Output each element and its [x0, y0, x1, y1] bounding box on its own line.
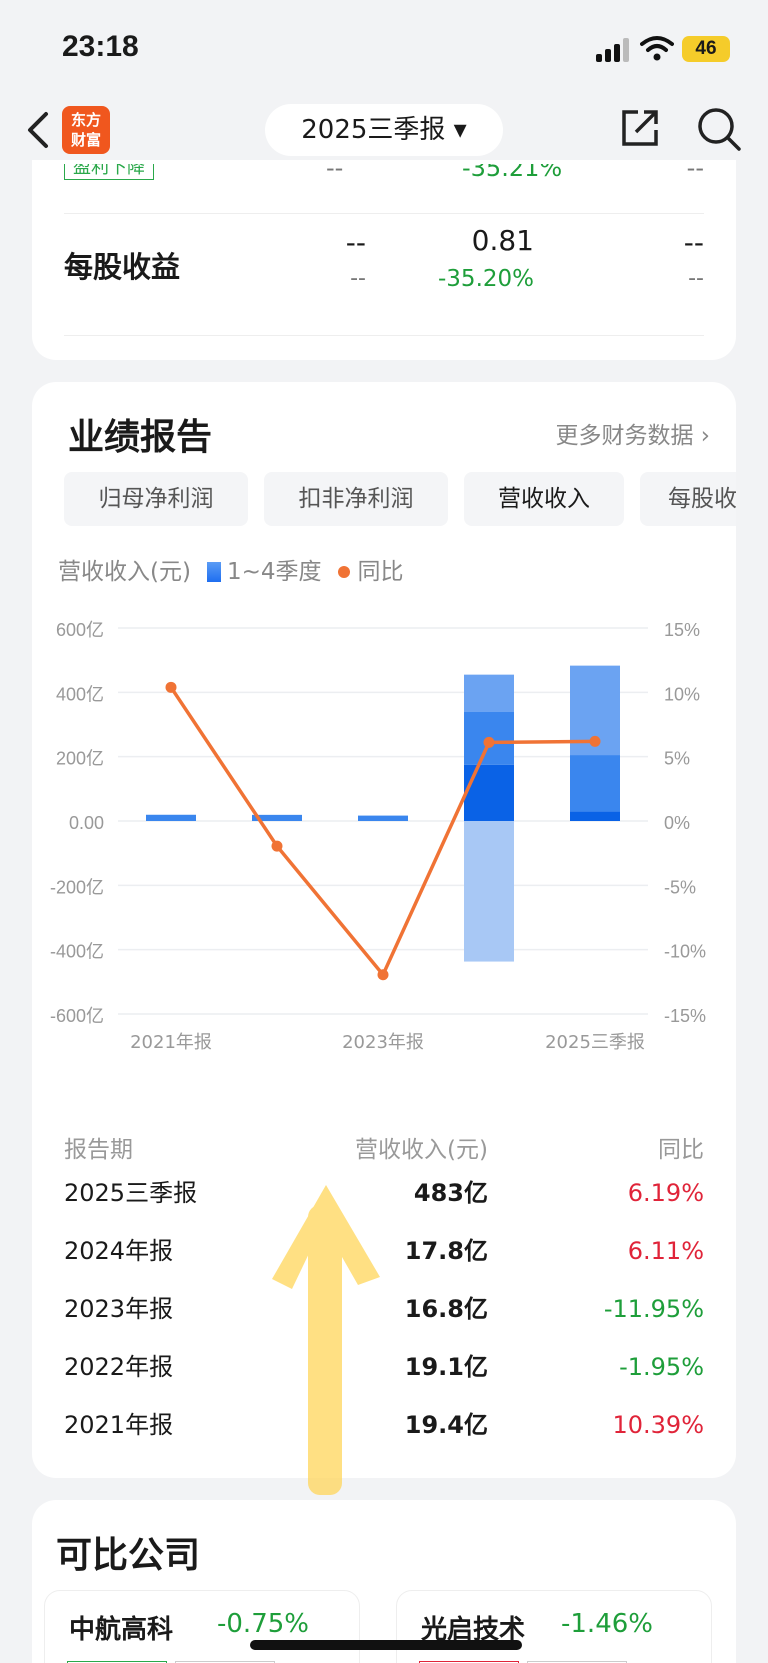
prev-indicator-row: 盈利下降 -- -35.21% --	[64, 164, 704, 190]
y2-tick-label: -5%	[664, 877, 696, 897]
y2-tick-label: -15%	[664, 1006, 706, 1026]
y2-tick-label: 0%	[664, 813, 690, 833]
revenue-bar	[146, 814, 196, 821]
revenue-bar	[464, 674, 514, 712]
revenue-bar	[570, 811, 620, 821]
y2-tick-label: 10%	[664, 684, 700, 704]
battery-indicator: 46	[682, 36, 730, 62]
revenue-chart: 600亿 15% 400亿 10% 200亿 5% 0.00 0% -200亿 -5% -400亿 -…	[50, 620, 706, 1053]
period-cell: 2022年报	[64, 1353, 174, 1381]
eps-yoy: -35.20%	[438, 266, 534, 292]
period-cell: 2021年报	[64, 1411, 174, 1439]
profit-decline-tag: 盈利下降	[64, 164, 154, 180]
line-legend-swatch	[337, 566, 350, 578]
search-icon[interactable]	[696, 106, 742, 152]
peer-card[interactable]: 光启技术 -1.46%	[396, 1590, 712, 1663]
revenue-cell: 16.8亿	[404, 1295, 488, 1323]
home-indicator	[250, 1640, 522, 1650]
revenue-cell: 483亿	[413, 1179, 488, 1207]
y2-tick-label: 5%	[664, 749, 690, 769]
divider	[64, 213, 704, 214]
indicator-card: 盈利下降 -- -35.21% -- 每股收益 -- -- 0.81 -35.2…	[32, 160, 736, 360]
yoy-point	[377, 969, 389, 981]
yoy-point	[271, 840, 283, 852]
section-title: 业绩报告	[68, 417, 213, 458]
period-cell: 2025三季报	[64, 1179, 198, 1207]
eps-row[interactable]: 每股收益 -- -- 0.81 -35.20% -- --	[64, 222, 704, 322]
eps-label: 每股收益	[64, 250, 181, 284]
period-selector[interactable]: 2025三季报 ▾	[265, 104, 503, 156]
tab-eps[interactable]: 每股收益	[640, 472, 736, 526]
revenue-bar	[570, 755, 620, 812]
y2-tick-label: 15%	[664, 620, 700, 640]
yoy-point	[589, 735, 601, 747]
y-tick-label: 600亿	[56, 620, 104, 640]
divider	[64, 335, 704, 336]
share-icon[interactable]	[618, 106, 662, 150]
section-title: 可比公司	[56, 1535, 201, 1576]
yoy-cell: 10.39%	[612, 1411, 704, 1439]
revenue-bar	[464, 821, 514, 962]
revenue-bar	[464, 764, 514, 821]
revenue-cell: 19.4亿	[404, 1411, 488, 1439]
yoy-cell: 6.19%	[627, 1179, 704, 1207]
y-tick-label: -200亿	[50, 877, 104, 897]
y-tick-label: 400亿	[56, 684, 104, 704]
comparable-companies-card: 可比公司 中航高科 -0.75% 光启技术 -1.46%	[32, 1500, 736, 1663]
eps-value: 0.81	[471, 224, 534, 257]
chart-legend: 营收收入(元) 1~4季度 同比	[58, 559, 404, 585]
status-bar: 23:18 46	[0, 0, 768, 96]
yoy-cell: -11.95%	[603, 1295, 704, 1323]
yoy-cell: -1.95%	[619, 1353, 704, 1381]
metric-tabs: 归母净利润 扣非净利润 营收收入 每股收益	[64, 472, 736, 526]
y-tick-label: -400亿	[50, 942, 104, 962]
x-tick-label: 2021年报	[130, 1032, 212, 1053]
more-financial-data-link[interactable]: 更多财务数据 ›	[555, 416, 710, 450]
app-logo: 东方 财富	[62, 106, 110, 154]
cellular-signal-icon	[596, 38, 632, 62]
tab-revenue[interactable]: 营收收入	[464, 472, 624, 526]
wifi-icon	[640, 36, 674, 61]
back-arrow-icon[interactable]	[22, 108, 58, 152]
y-tick-label: 200亿	[56, 749, 104, 769]
period-cell: 2023年报	[64, 1295, 174, 1323]
yoy-point	[165, 681, 177, 693]
period-cell: 2024年报	[64, 1237, 174, 1265]
yoy-line	[169, 686, 596, 979]
yoy-point	[483, 736, 495, 748]
revenue-cell: 17.8亿	[404, 1237, 488, 1265]
y-tick-label: -600亿	[50, 1006, 104, 1026]
x-tick-label: 2025三季报	[545, 1032, 645, 1053]
x-tick-label: 2023年报	[342, 1032, 424, 1053]
yoy-cell: 6.11%	[627, 1237, 704, 1265]
peer-card[interactable]: 中航高科 -0.75%	[44, 1590, 360, 1663]
tab-deducted-net-profit[interactable]: 扣非净利润	[264, 472, 448, 526]
revenue-cell: 19.1亿	[404, 1353, 488, 1381]
clock: 23:18	[62, 30, 139, 63]
highlight-arrow-annotation	[272, 1185, 380, 1495]
y2-tick-label: -10%	[664, 942, 706, 962]
bar-legend-swatch	[206, 562, 221, 582]
revenue-bar	[358, 815, 408, 821]
y-tick-label: 0.00	[69, 813, 104, 833]
tab-net-profit[interactable]: 归母净利润	[64, 472, 248, 526]
